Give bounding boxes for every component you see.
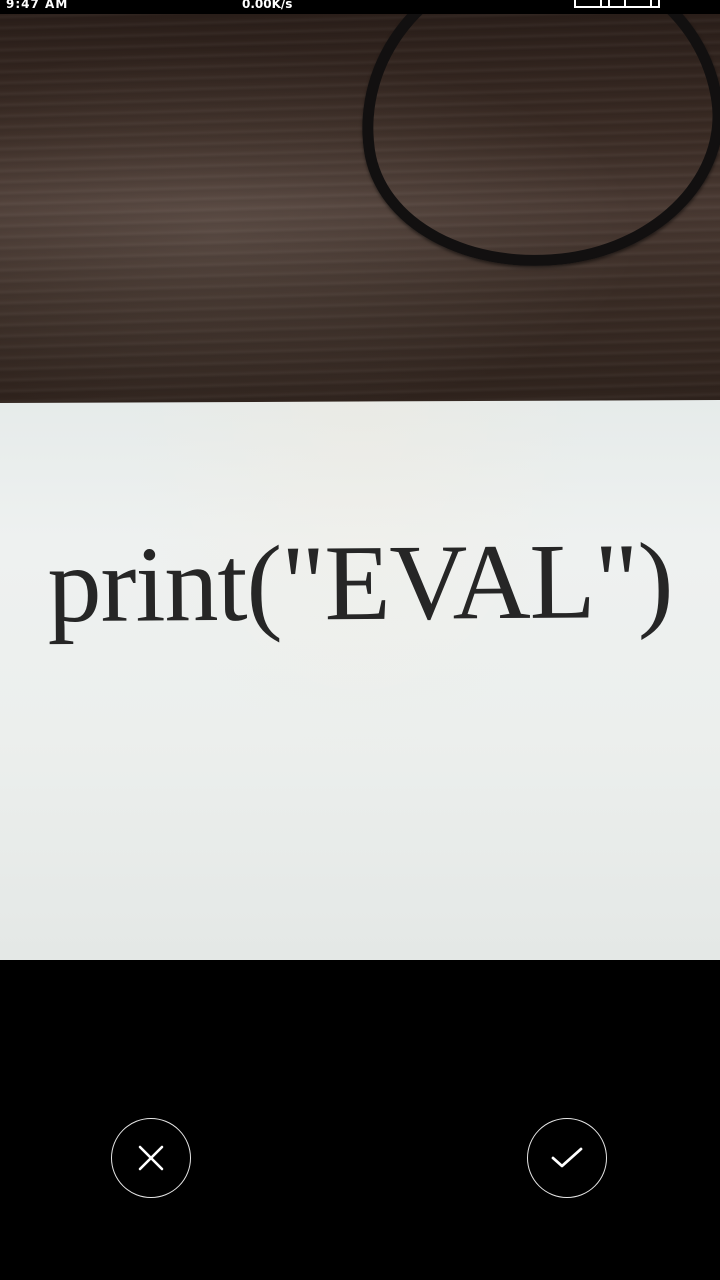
paper-sheet: print("EVAL") xyxy=(0,400,720,960)
printed-code-text: print("EVAL") xyxy=(47,521,673,646)
captured-photo-preview: print("EVAL") xyxy=(0,14,720,960)
paper-lighting xyxy=(0,400,720,960)
checkmark-icon xyxy=(551,1147,583,1168)
review-controls xyxy=(0,960,720,1280)
confirm-button[interactable] xyxy=(527,1118,607,1198)
discard-button[interactable] xyxy=(111,1118,191,1198)
battery-icon xyxy=(600,0,652,8)
status-bar: 9:47 AM 0.00K/s xyxy=(0,0,720,14)
close-icon xyxy=(138,1145,164,1171)
camera-review-screen: 9:47 AM 0.00K/s print("EVAL") xyxy=(0,0,720,1280)
status-time: 9:47 AM xyxy=(6,0,69,11)
network-speed: 0.00K/s xyxy=(242,0,293,11)
